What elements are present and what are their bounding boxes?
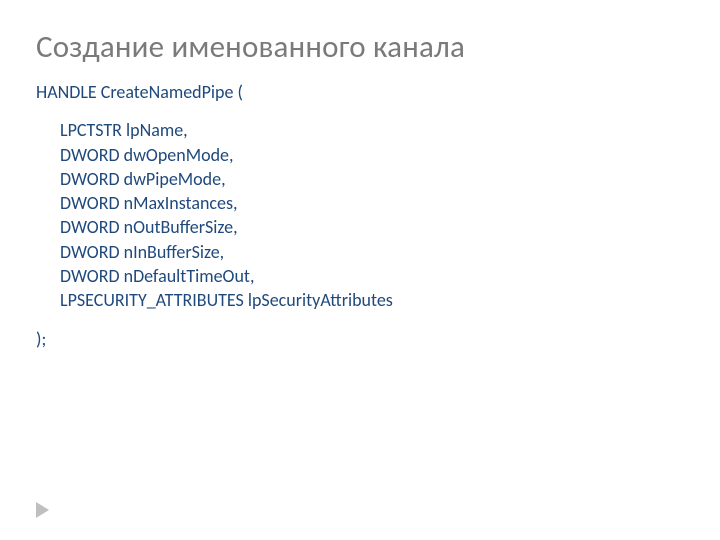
function-close: ); [36, 327, 684, 351]
param-line: DWORD dwOpenMode, [60, 143, 684, 167]
param-line: DWORD nInBufferSize, [60, 240, 684, 264]
parameter-list: LPCTSTR lpName, DWORD dwOpenMode, DWORD … [36, 118, 684, 312]
play-icon [36, 502, 49, 518]
slide-content: HANDLE CreateNamedPipe ( LPCTSTR lpName,… [36, 80, 684, 351]
param-line: DWORD nOutBufferSize, [60, 215, 684, 239]
function-header: HANDLE CreateNamedPipe ( [36, 80, 684, 104]
param-line: DWORD dwPipeMode, [60, 167, 684, 191]
param-line: DWORD nDefaultTimeOut, [60, 264, 684, 288]
param-line: DWORD nMaxInstances, [60, 191, 684, 215]
param-line: LPSECURITY_ATTRIBUTES lpSecurityAttribut… [60, 288, 684, 312]
function-signature: HANDLE CreateNamedPipe ( LPCTSTR lpName,… [36, 80, 684, 351]
slide-title: Создание именованного канала [36, 28, 465, 66]
param-line: LPCTSTR lpName, [60, 118, 684, 142]
